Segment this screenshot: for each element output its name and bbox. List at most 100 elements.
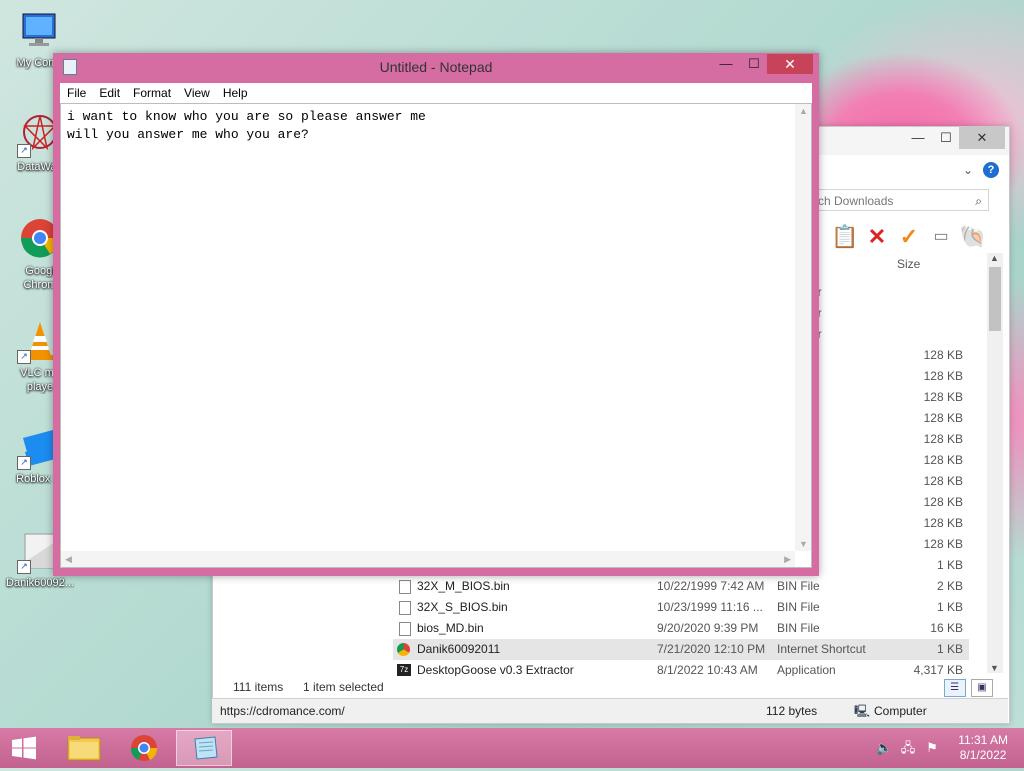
scroll-down-icon[interactable]: ▼ — [990, 663, 999, 673]
checkmark-icon[interactable]: ✓ — [895, 223, 923, 251]
menu-file[interactable]: File — [60, 83, 92, 103]
notepad-window: Untitled - Notepad — ☐ ✕ File Edit Format V… — [53, 53, 819, 576]
chrome-icon — [130, 735, 158, 761]
clock-date: 8/1/2022 — [959, 748, 1007, 762]
file-row[interactable]: 32X_S_BIOS.bin 10/23/1999 11:16 ... BIN … — [393, 597, 969, 618]
file-name: Danik60092011 — [417, 642, 501, 656]
shell-icon[interactable]: 🐚 — [959, 223, 987, 251]
menu-edit[interactable]: Edit — [92, 83, 126, 103]
search-icon: ⌕ — [975, 194, 982, 208]
size-cell: 1 KB — [936, 558, 963, 572]
paste-icon[interactable]: 📋 — [831, 223, 859, 251]
network-icon[interactable]: 🖧 — [900, 740, 916, 756]
explorer-maximize-button[interactable]: ☐ — [931, 127, 961, 149]
file-icon — [399, 622, 411, 636]
notepad-text-area[interactable]: i want to know who you are so please ans… — [60, 103, 812, 568]
explorer-close-button[interactable]: ✕ — [959, 127, 1005, 149]
notepad-titlebar[interactable]: Untitled - Notepad — ☐ ✕ — [53, 53, 819, 83]
7zip-icon: 7z — [397, 664, 411, 676]
file-type: Application — [777, 663, 836, 676]
clock-time: 11:31 AM — [958, 733, 1008, 747]
large-icons-view-icon[interactable]: ▣ — [971, 679, 993, 697]
shortcut-arrow-icon: ↗ — [17, 144, 31, 158]
start-button[interactable] — [0, 728, 48, 768]
size-only-column: 128 KB 128 KB 128 KB 128 KB 128 KB 128 K… — [913, 345, 963, 576]
file-date: 9/20/2020 9:39 PM — [657, 621, 759, 635]
search-placeholder: ch Downloads — [818, 194, 894, 208]
scroll-up-icon[interactable]: ▲ — [799, 106, 808, 116]
notepad-horizontal-scrollbar[interactable]: ◀ ▶ — [61, 551, 795, 567]
file-type: BIN File — [777, 600, 820, 614]
explorer-status-bar: 111 items 1 item selected — [213, 677, 1009, 697]
selected-count: 1 item selected — [303, 680, 384, 694]
taskbar-chrome[interactable] — [116, 730, 172, 766]
shortcut-arrow-icon: ↗ — [17, 456, 31, 470]
taskbar-file-explorer[interactable] — [56, 730, 112, 766]
explorer-minimize-button[interactable]: — — [903, 127, 933, 149]
view-toggle: ☰ ▣ — [942, 679, 993, 697]
volume-icon[interactable]: 🔈 — [876, 740, 892, 756]
windows-logo-icon — [12, 736, 36, 760]
scrollbar-thumb[interactable] — [989, 267, 1001, 331]
column-header-size[interactable]: Size — [897, 257, 920, 271]
file-size: 1 KB — [936, 600, 963, 614]
status-zone: Computer — [874, 704, 927, 718]
notepad-icon — [194, 736, 218, 760]
scroll-down-icon[interactable]: ▼ — [799, 539, 808, 549]
computer-zone-icon: 🖳 — [854, 704, 871, 718]
taskbar: 🔈 🖧 ⚑ 11:31 AM 8/1/2022 — [0, 728, 1024, 768]
size-cell: 128 KB — [923, 348, 963, 362]
notepad-vertical-scrollbar[interactable]: ▲ ▼ — [795, 104, 811, 551]
file-row-selected[interactable]: Danik60092011 7/21/2020 12:10 PM Interne… — [393, 639, 969, 660]
file-size: 1 KB — [936, 642, 963, 656]
scroll-up-icon[interactable]: ▲ — [990, 253, 999, 263]
explorer-vertical-scrollbar[interactable]: ▲ ▼ — [987, 253, 1003, 673]
file-date: 8/1/2022 10:43 AM — [657, 663, 758, 676]
help-icon[interactable]: ? — [983, 162, 999, 178]
folder-icon — [67, 736, 101, 761]
action-center-flag-icon[interactable]: ⚑ — [924, 740, 940, 756]
file-name: 32X_M_BIOS.bin — [417, 579, 510, 593]
menu-help[interactable]: Help — [216, 83, 254, 103]
size-cell: 128 KB — [923, 411, 963, 425]
file-date: 10/22/1999 7:42 AM — [657, 579, 765, 593]
size-cell: 128 KB — [923, 369, 963, 383]
clock[interactable]: 11:31 AM 8/1/2022 — [958, 733, 1008, 763]
taskbar-notepad[interactable] — [176, 730, 232, 766]
file-date: 10/23/1999 11:16 ... — [657, 600, 763, 614]
menu-format[interactable]: Format — [126, 83, 177, 103]
notepad-minimize-button[interactable]: — — [713, 54, 739, 74]
item-count: 111 items — [233, 680, 284, 694]
shortcut-arrow-icon: ↗ — [17, 350, 31, 364]
menu-view[interactable]: View — [177, 83, 216, 103]
size-cell: 128 KB — [923, 495, 963, 509]
size-cell: 128 KB — [923, 453, 963, 467]
chevron-down-icon[interactable]: ⌄ — [963, 163, 973, 177]
file-row[interactable]: 32X_M_BIOS.bin 10/22/1999 7:42 AM BIN Fi… — [393, 576, 969, 597]
details-view-icon[interactable]: ☰ — [943, 679, 966, 697]
notepad-menubar: File Edit Format View Help — [60, 83, 812, 103]
file-name: DesktopGoose v0.3 Extractor — [417, 663, 574, 676]
file-icon — [399, 580, 411, 594]
file-icon — [399, 601, 411, 615]
size-cell: 128 KB — [923, 390, 963, 404]
file-row[interactable]: 7z DesktopGoose v0.3 Extractor 8/1/2022 … — [393, 660, 969, 676]
size-cell: 128 KB — [923, 537, 963, 551]
size-cell: 128 KB — [923, 474, 963, 488]
system-tray: 🔈 🖧 ⚑ 11:31 AM 8/1/2022 — [864, 728, 1024, 768]
explorer-toolbar: 📋 ✕ ✓ ▭ 🐚 — [803, 223, 1003, 253]
file-name: 32X_S_BIOS.bin — [417, 600, 508, 614]
scroll-left-icon[interactable]: ◀ — [65, 554, 72, 565]
file-size: 16 KB — [930, 621, 963, 635]
size-cell: 128 KB — [923, 516, 963, 530]
scroll-right-icon[interactable]: ▶ — [784, 554, 791, 565]
notepad-text-content[interactable]: i want to know who you are so please ans… — [67, 108, 426, 144]
browser-status-bar: https://cdromance.com/ 112 bytes 🖳 Compu… — [212, 698, 1008, 723]
delete-icon[interactable]: ✕ — [863, 223, 891, 251]
file-row[interactable]: bios_MD.bin 9/20/2020 9:39 PM BIN File 1… — [393, 618, 969, 639]
notepad-close-button[interactable]: ✕ — [767, 54, 813, 74]
notepad-maximize-button[interactable]: ☐ — [741, 54, 767, 74]
explorer-search-input[interactable]: ch Downloads ⌕ — [809, 189, 989, 211]
file-type: BIN File — [777, 579, 820, 593]
rename-icon[interactable]: ▭ — [927, 223, 955, 251]
